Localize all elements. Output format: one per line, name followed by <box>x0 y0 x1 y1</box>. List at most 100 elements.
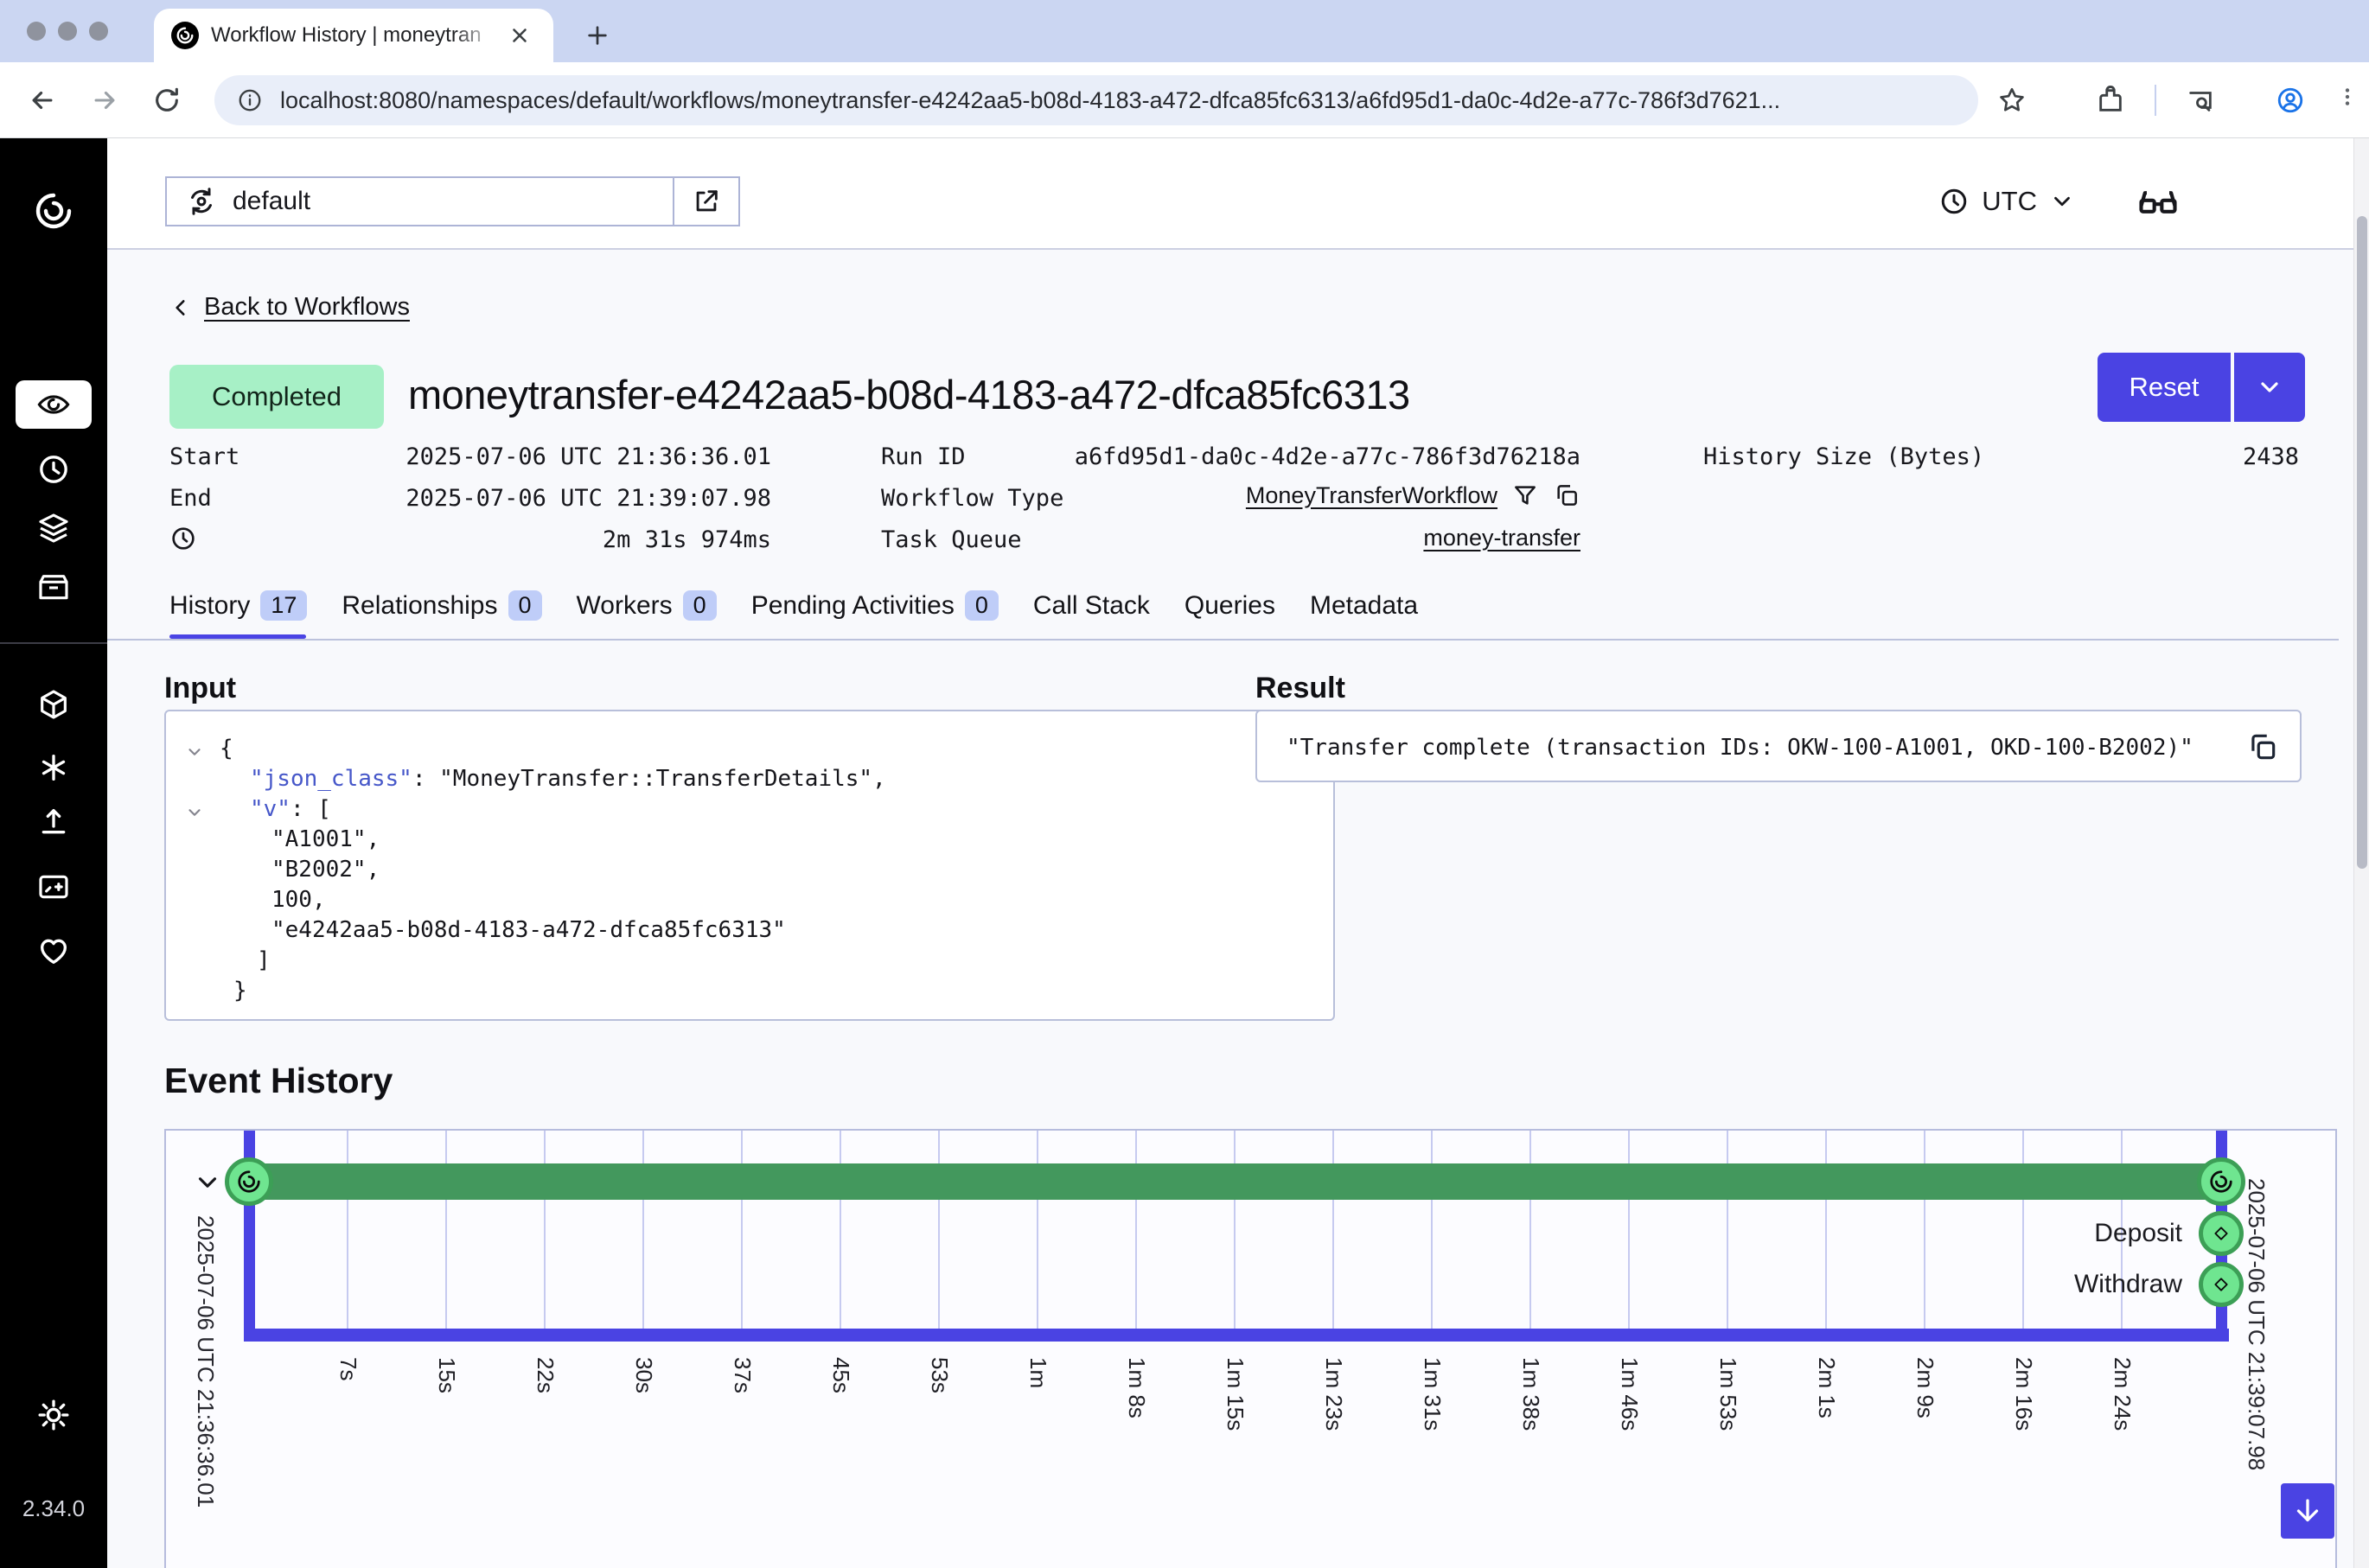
site-info-icon[interactable] <box>237 87 263 113</box>
json-line: 100, <box>271 887 326 913</box>
timezone-label: UTC <box>1982 186 2037 217</box>
nav-favorites[interactable] <box>36 934 71 968</box>
tick-label: 2m 9s <box>1912 1357 1938 1418</box>
event-history-heading: Event History <box>164 1061 393 1101</box>
json-collapse-icon[interactable] <box>185 743 204 762</box>
end-value: 2025-07-06 UTC 21:39:07.98 <box>367 485 771 512</box>
gridline <box>1924 1131 1925 1329</box>
tab-queries[interactable]: Queries <box>1184 591 1275 621</box>
tab-pending-activities[interactable]: Pending Activities 0 <box>751 590 999 621</box>
namespace-selector-main[interactable]: default <box>167 178 673 225</box>
json-key: "json_class" <box>250 766 412 792</box>
scroll-to-bottom-button[interactable] <box>2281 1483 2334 1539</box>
task-queue-label: Task Queue <box>881 526 1022 553</box>
nav-nexus[interactable] <box>36 750 71 785</box>
nav-schedules[interactable] <box>36 452 71 487</box>
temporal-logo-icon[interactable] <box>33 190 74 232</box>
tab-history[interactable]: History 17 <box>169 590 307 621</box>
tabs-divider <box>107 639 2339 641</box>
namespace-selector[interactable]: default <box>165 176 740 226</box>
traffic-light-close[interactable] <box>27 22 46 41</box>
task-queue-link[interactable]: money-transfer <box>1423 525 1580 551</box>
json-line: "json_class": "MoneyTransfer::TransferDe… <box>250 766 886 792</box>
withdraw-activity-marker[interactable] <box>2199 1262 2244 1307</box>
labs-mode-toggle[interactable] <box>2136 180 2181 225</box>
chevron-down-icon <box>193 1168 222 1197</box>
tab-search-icon[interactable] <box>2186 86 2215 115</box>
tab-label: Call Stack <box>1033 591 1150 621</box>
nav-feedback[interactable] <box>36 870 71 904</box>
input-heading: Input <box>164 672 236 705</box>
traffic-light-minimize[interactable] <box>58 22 77 41</box>
extensions-icon[interactable] <box>2096 86 2125 115</box>
timezone-dropdown[interactable]: UTC <box>1938 176 2075 226</box>
nav-deployments[interactable] <box>36 687 71 722</box>
copy-icon[interactable] <box>2246 730 2279 763</box>
duration-clock-icon <box>169 525 197 552</box>
nav-import[interactable] <box>36 805 71 839</box>
page: default UTC <box>107 138 2369 1568</box>
scrollbar-thumb[interactable] <box>2357 216 2367 869</box>
external-link-icon <box>692 187 721 216</box>
activity-diamond-icon <box>2213 1276 2230 1293</box>
browser-toolbar: localhost:8080/namespaces/default/workfl… <box>0 62 2369 138</box>
gridline <box>1431 1131 1433 1329</box>
bookmark-star-icon[interactable] <box>1997 86 2027 115</box>
workflow-type-link[interactable]: MoneyTransferWorkflow <box>1246 482 1497 509</box>
url-bar[interactable]: localhost:8080/namespaces/default/workfl… <box>214 75 1978 125</box>
workflow-type-label: Workflow Type <box>881 485 1063 512</box>
app-topbar: default UTC <box>107 138 2369 250</box>
activity-diamond-icon <box>2213 1225 2230 1242</box>
tick-label: 1m 46s <box>1616 1357 1643 1431</box>
tab-relationships[interactable]: Relationships 0 <box>342 590 541 621</box>
filter-funnel-icon[interactable] <box>1511 481 1539 509</box>
tab-close-icon[interactable] <box>508 24 531 47</box>
status-badge: Completed <box>169 365 384 429</box>
browser-menu-icon[interactable] <box>2336 86 2359 115</box>
new-tab-button[interactable] <box>578 16 617 55</box>
copy-icon[interactable] <box>1553 481 1580 509</box>
workflow-end-event-marker[interactable] <box>2197 1157 2245 1206</box>
activity-row-label: Withdraw <box>1975 1270 2182 1299</box>
namespace-open-external[interactable] <box>673 178 738 225</box>
duration-value: 2m 31s 974ms <box>367 526 771 553</box>
tick-label: 22s <box>532 1357 559 1393</box>
reset-button[interactable]: Reset <box>2098 353 2231 422</box>
result-panel: "Transfer complete (transaction IDs: OKW… <box>1255 710 2302 782</box>
tab-call-stack[interactable]: Call Stack <box>1033 591 1150 621</box>
nav-archival[interactable] <box>36 570 71 605</box>
end-label: End <box>169 485 212 512</box>
theme-toggle-sun-icon[interactable] <box>36 1398 71 1432</box>
gridline <box>347 1131 348 1329</box>
reset-dropdown-button[interactable] <box>2234 353 2305 422</box>
deposit-activity-marker[interactable] <box>2199 1211 2244 1256</box>
back-to-workflows-link[interactable]: Back to Workflows <box>169 293 410 322</box>
json-line: ] <box>257 947 271 973</box>
tab-label: Pending Activities <box>751 591 955 621</box>
nav-workflows[interactable] <box>16 380 92 429</box>
tick-label: 1m 15s <box>1222 1357 1248 1431</box>
json-collapse-icon[interactable] <box>185 803 204 822</box>
json-line: "A1001", <box>271 826 380 852</box>
history-size-value: 2438 <box>2009 443 2299 470</box>
input-panel: { "json_class": "MoneyTransfer::Transfer… <box>164 710 1335 1021</box>
back-icon[interactable] <box>28 86 57 115</box>
timeline-collapse-button[interactable] <box>190 1165 225 1200</box>
workflows-eye-icon <box>35 386 72 423</box>
gridline <box>1332 1131 1334 1329</box>
forward-icon[interactable] <box>90 86 119 115</box>
gridline <box>1529 1131 1531 1329</box>
reload-icon[interactable] <box>152 86 182 115</box>
workflow-span-bar[interactable] <box>249 1163 2221 1200</box>
nav-namespaces[interactable] <box>36 511 71 545</box>
tab-workers[interactable]: Workers 0 <box>577 590 717 621</box>
tab-metadata[interactable]: Metadata <box>1310 591 1418 621</box>
traffic-light-maximize[interactable] <box>89 22 108 41</box>
tick-label: 7s <box>335 1357 361 1380</box>
profile-avatar-icon[interactable] <box>2276 86 2305 115</box>
gridline <box>1825 1131 1827 1329</box>
run-id-value: a6fd95d1-da0c-4d2e-a77c-786f3d76218a <box>1058 443 1580 470</box>
tab-label: History <box>169 591 250 621</box>
browser-tab[interactable]: Workflow History | moneytran <box>154 9 553 62</box>
workflow-start-event-marker[interactable] <box>225 1157 273 1206</box>
